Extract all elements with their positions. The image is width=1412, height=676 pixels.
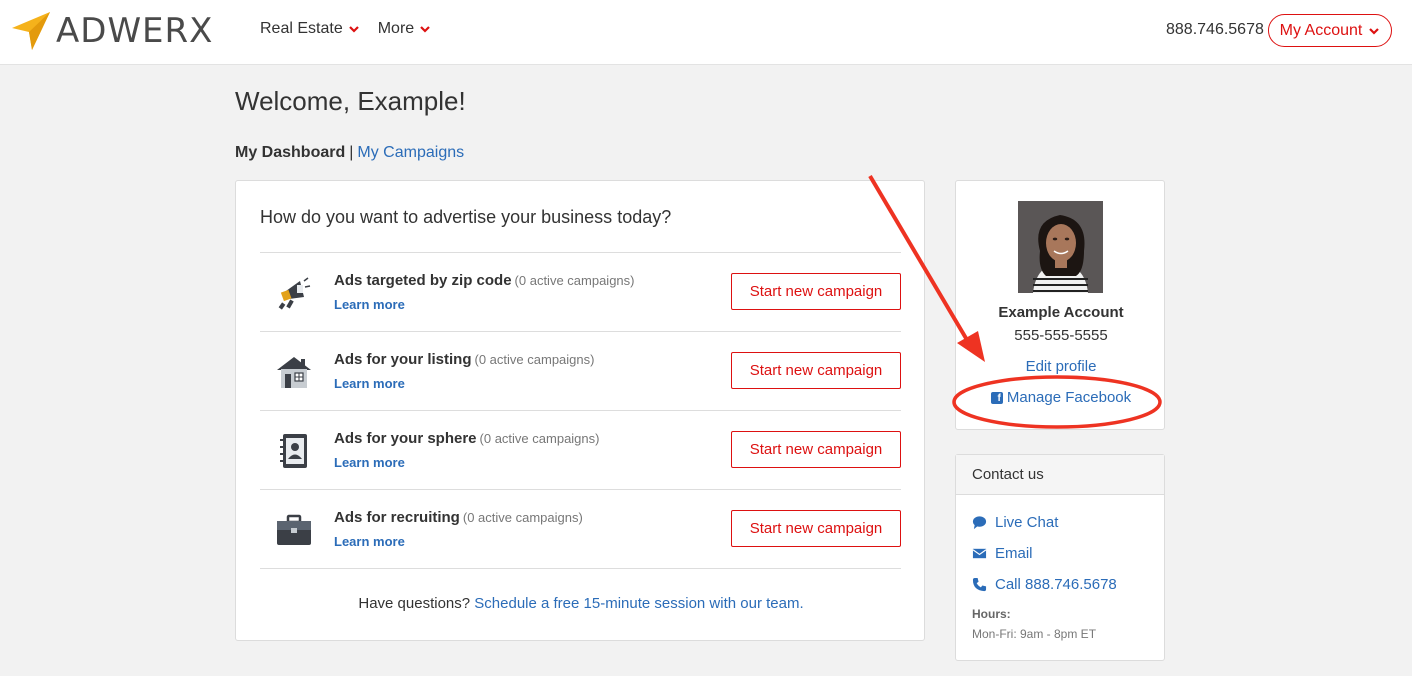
top-navbar: ADWERX Real Estate More 888.746.5678 My … <box>0 0 1412 65</box>
chevron-down-icon <box>348 26 359 33</box>
questions-line: Have questions? Schedule a free 15-minut… <box>236 595 926 612</box>
adwerx-logo[interactable]: ADWERX <box>10 10 213 52</box>
email-link[interactable]: Email <box>972 545 1033 562</box>
active-campaigns-count: (0 active campaigns) <box>474 352 595 367</box>
megaphone-icon <box>278 277 311 310</box>
edit-profile-link[interactable]: Edit profile <box>956 358 1166 375</box>
list-item: Ads for recruiting (0 active campaigns) L… <box>260 490 901 569</box>
advertise-card: How do you want to advertise your busine… <box>235 180 925 641</box>
nav-real-estate[interactable]: Real Estate <box>260 20 360 38</box>
schedule-session-link[interactable]: Schedule a free 15-minute session with o… <box>474 595 803 612</box>
logo-arrow-icon <box>12 12 50 50</box>
live-chat-label: Live Chat <box>995 514 1059 531</box>
contact-heading: Contact us <box>956 455 1164 495</box>
live-chat-link[interactable]: Live Chat <box>972 514 1058 531</box>
briefcase-icon <box>277 514 311 545</box>
chat-icon <box>972 516 987 530</box>
active-campaigns-count: (0 active campaigns) <box>479 431 600 446</box>
envelope-icon <box>972 548 987 559</box>
page-title: Welcome, Example! <box>235 86 466 116</box>
my-account-button[interactable]: My Account <box>1268 14 1392 47</box>
advertise-question: How do you want to advertise your busine… <box>260 207 672 227</box>
hours-value: Mon-Fri: 9am - 8pm ET <box>972 627 1097 641</box>
contact-book-icon <box>280 434 307 468</box>
row-title-text: Ads for your listing <box>334 351 472 368</box>
logo-text: ADWERX <box>56 11 214 51</box>
call-link[interactable]: Call 888.746.5678 <box>972 576 1117 593</box>
profile-name: Example Account <box>998 304 1124 321</box>
contact-card: Contact us Live Chat Email Call 888.746.… <box>955 454 1165 661</box>
row-title: Ads for recruiting (0 active campaigns) <box>334 509 583 526</box>
call-label: Call 888.746.5678 <box>995 576 1117 593</box>
active-campaigns-count: (0 active campaigns) <box>514 273 635 288</box>
list-item: Ads targeted by zip code (0 active campai… <box>260 253 901 332</box>
header-phone[interactable]: 888.746.5678 <box>1166 21 1264 39</box>
learn-more-link[interactable]: Learn more <box>334 455 405 470</box>
learn-more-link[interactable]: Learn more <box>334 297 405 312</box>
start-new-campaign-button[interactable]: Start new campaign <box>731 273 901 310</box>
row-title: Ads for your sphere (0 active campaigns) <box>334 430 599 447</box>
manage-facebook-label: Manage Facebook <box>1006 389 1132 406</box>
nav-more-label: More <box>377 20 415 37</box>
row-title-text: Ads targeted by zip code <box>334 272 512 289</box>
breadcrumb-separator: | <box>349 144 354 161</box>
nav-real-estate-label: Real Estate <box>260 20 343 37</box>
profile-phone: 555-555-5555 <box>1014 327 1108 344</box>
manage-facebook-link[interactable]: f Manage Facebook <box>956 389 1166 406</box>
start-new-campaign-button[interactable]: Start new campaign <box>731 352 901 389</box>
row-title: Ads for your listing (0 active campaigns) <box>334 351 594 368</box>
avatar[interactable] <box>1018 201 1103 293</box>
my-campaigns-link[interactable]: My Campaigns <box>357 144 464 161</box>
breadcrumb: My Dashboard | My Campaigns <box>235 144 464 162</box>
learn-more-link[interactable]: Learn more <box>334 376 405 391</box>
profile-card: Example Account 555-555-5555 Edit profil… <box>955 180 1165 430</box>
campaign-type-list: Ads targeted by zip code (0 active campai… <box>260 252 901 569</box>
facebook-icon: f <box>990 391 1003 404</box>
phone-icon <box>972 577 987 592</box>
avatar-photo-icon <box>1018 201 1103 293</box>
my-account-label: My Account <box>1279 21 1363 39</box>
chevron-down-icon <box>420 26 430 33</box>
list-item: Ads for your sphere (0 active campaigns) … <box>260 411 901 490</box>
hours-label: Hours: <box>972 607 1011 621</box>
questions-prefix: Have questions? <box>358 595 471 612</box>
nav-more[interactable]: More <box>378 20 431 38</box>
start-new-campaign-button[interactable]: Start new campaign <box>731 431 901 468</box>
row-title-text: Ads for recruiting <box>334 509 460 526</box>
email-label: Email <box>995 545 1033 562</box>
row-title-text: Ads for your sphere <box>334 430 477 447</box>
active-campaigns-count: (0 active campaigns) <box>462 510 583 525</box>
learn-more-link[interactable]: Learn more <box>334 534 405 549</box>
breadcrumb-current: My Dashboard <box>235 144 346 161</box>
chevron-down-icon <box>1369 27 1380 35</box>
start-new-campaign-button[interactable]: Start new campaign <box>731 510 901 547</box>
row-title: Ads targeted by zip code (0 active campai… <box>334 272 635 289</box>
list-item: Ads for your listing (0 active campaigns)… <box>260 332 901 411</box>
main-nav: Real Estate More <box>260 20 431 38</box>
house-icon <box>277 357 311 388</box>
